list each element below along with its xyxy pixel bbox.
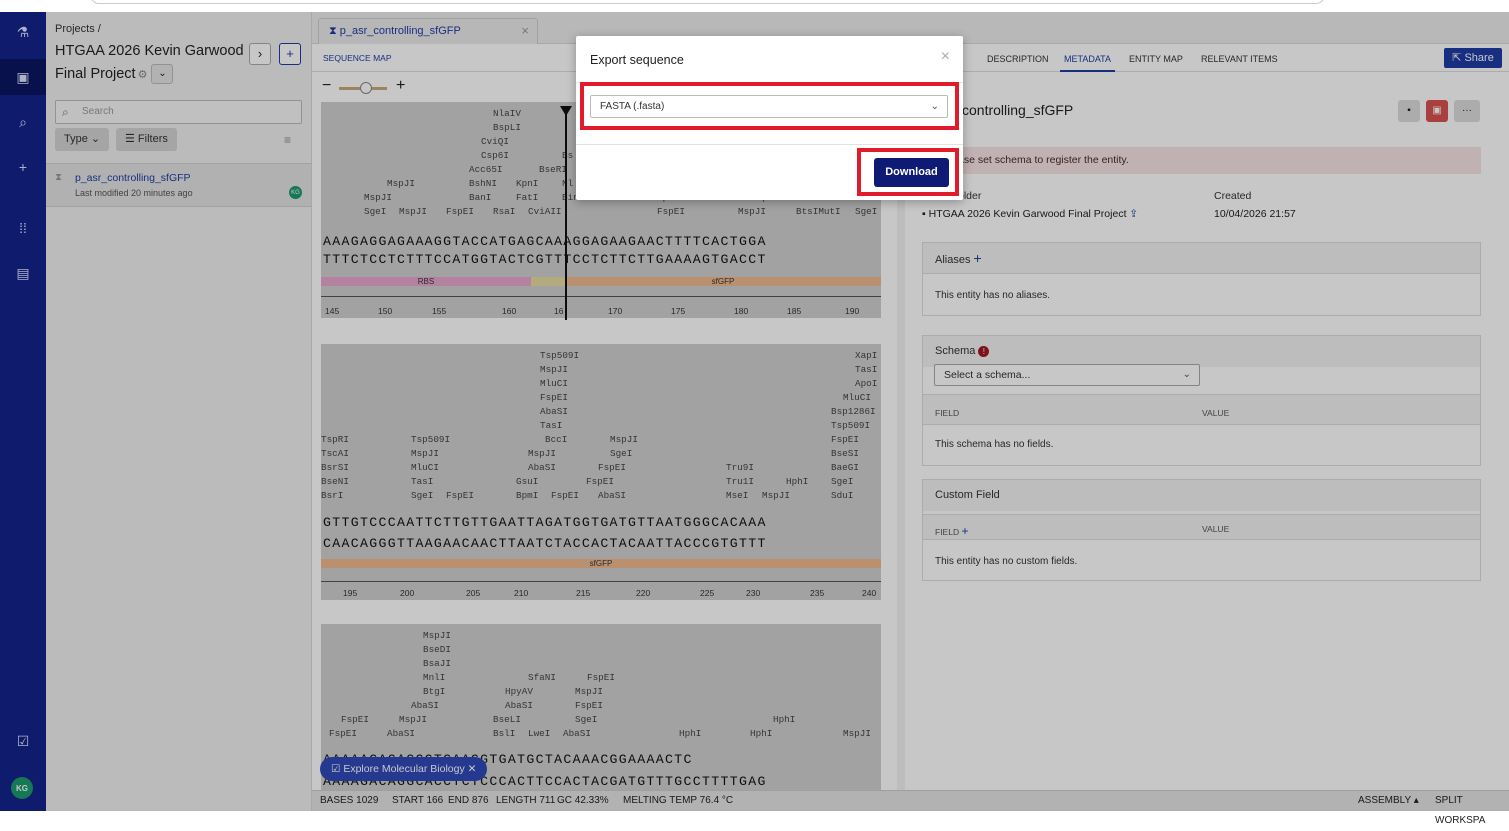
browser-top-edge: [0, 0, 1509, 12]
dialog-title: Export sequence: [590, 53, 684, 67]
dialog-divider: [576, 144, 963, 145]
highlight-download-button: [857, 148, 959, 196]
address-bar[interactable]: [90, 0, 1325, 4]
close-icon[interactable]: ×: [941, 48, 950, 66]
highlight-format-select: [580, 82, 959, 130]
